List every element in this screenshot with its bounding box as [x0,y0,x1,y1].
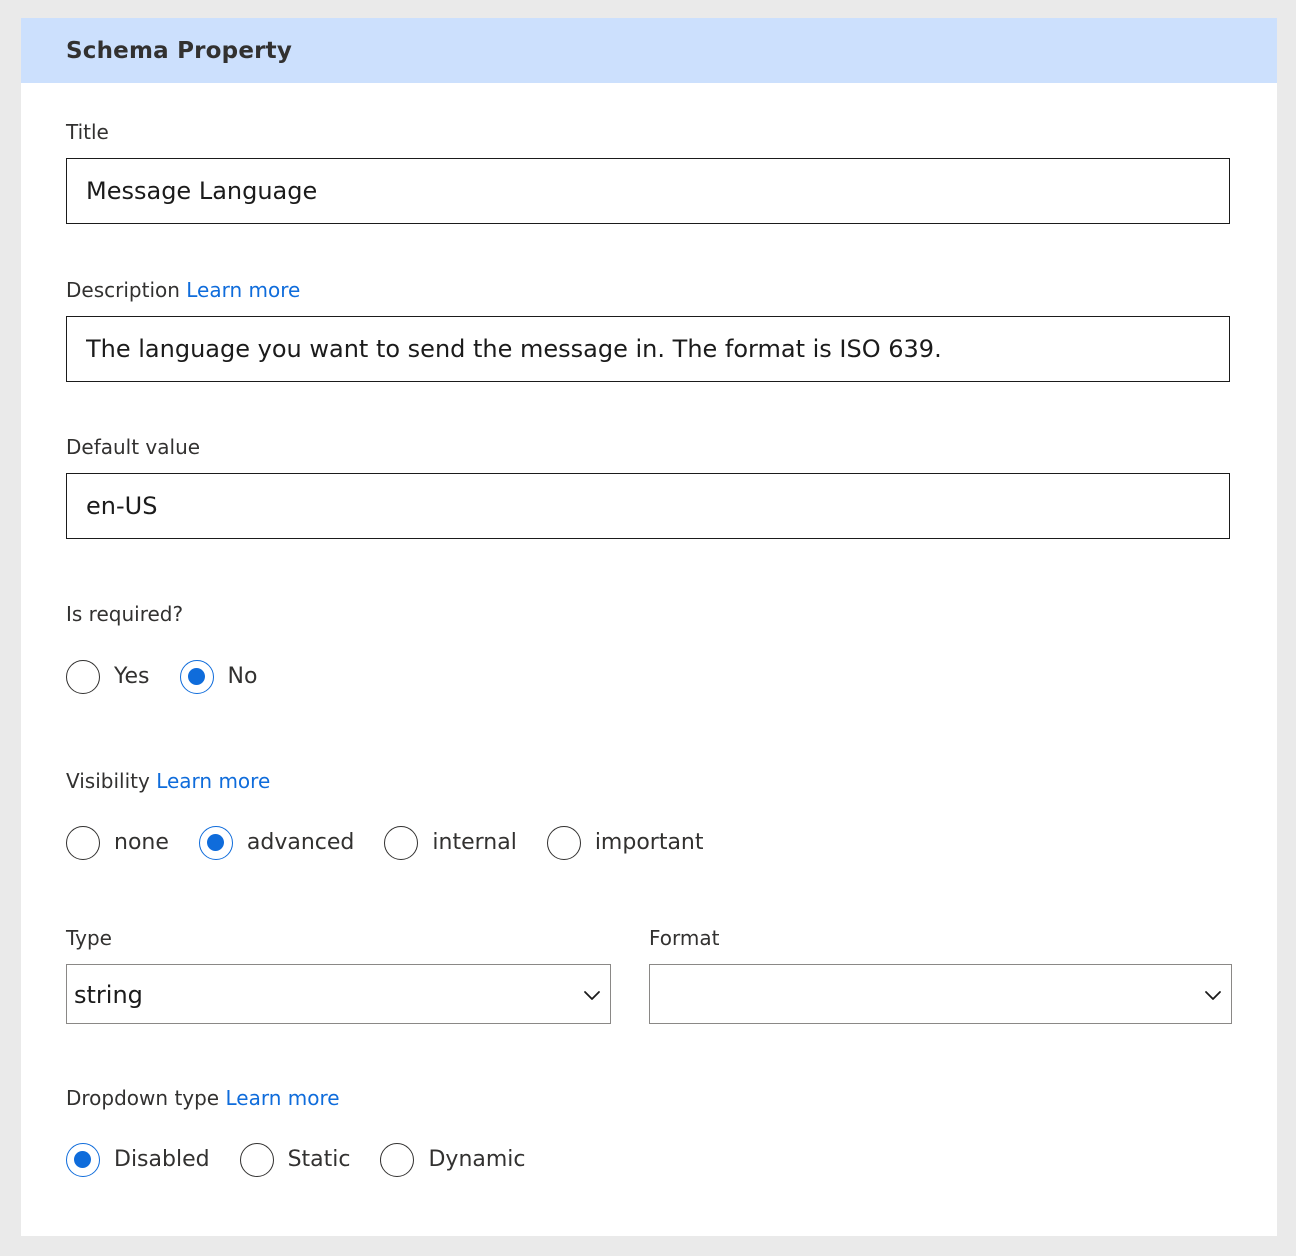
panel-title: Schema Property [66,38,293,64]
radio-label: advanced [246,830,355,855]
radio-required-no[interactable]: No [179,660,258,694]
radio-visibility-internal[interactable]: internal [384,826,517,860]
format-label-text: Format [649,926,720,950]
title-input[interactable] [86,159,1206,223]
description-label-text: Description [66,278,180,302]
format-label: Format [649,925,719,951]
dropdown-type-label: Dropdown type Learn more [66,1085,340,1111]
radio-circle-icon[interactable] [546,826,581,860]
visibility-label-text: Visibility [66,769,150,793]
description-input[interactable] [86,317,1206,381]
description-field[interactable] [66,316,1230,382]
dropdown-type-learn-more-link[interactable]: Learn more [225,1086,339,1110]
radio-dropdown-static[interactable]: Static [239,1143,351,1177]
radio-circle-icon[interactable] [66,826,100,860]
radio-label: internal [432,830,517,855]
radio-dropdown-dynamic[interactable]: Dynamic [380,1143,526,1177]
radio-circle-icon[interactable] [198,826,233,860]
radio-dropdown-disabled[interactable]: Disabled [66,1143,210,1177]
chevron-down-icon [1205,991,1221,1000]
radio-circle-icon[interactable] [179,660,214,694]
panel-header: Schema Property [21,18,1277,83]
is-required-label: Is required? [66,601,183,627]
radio-visibility-none[interactable]: none [66,826,169,860]
radio-label: Static [287,1147,351,1172]
radio-circle-icon[interactable] [66,660,100,694]
radio-label: No [227,664,258,689]
radio-required-yes[interactable]: Yes [66,660,150,694]
chevron-down-icon [584,991,600,1000]
title-field[interactable] [66,158,1230,224]
radio-label: Yes [114,664,150,689]
radio-label: Dynamic [428,1147,526,1172]
description-learn-more-link[interactable]: Learn more [186,278,300,302]
format-dropdown[interactable] [649,964,1232,1024]
radio-label: important [594,830,704,855]
visibility-learn-more-link[interactable]: Learn more [156,769,270,793]
default-value-label-text: Default value [66,435,201,459]
visibility-radio-group: none advanced internal important [66,824,734,862]
radio-label: none [114,830,169,855]
type-label: Type [66,925,112,951]
radio-circle-icon[interactable] [384,826,419,860]
visibility-label: Visibility Learn more [66,768,270,794]
type-dropdown-value: string [74,981,143,1009]
default-value-field[interactable] [66,473,1230,539]
radio-circle-icon[interactable] [66,1143,100,1177]
radio-circle-icon[interactable] [380,1143,415,1177]
type-label-text: Type [66,926,112,950]
type-dropdown[interactable]: string [66,964,611,1024]
schema-property-panel: Schema Property Title Description Learn … [21,18,1277,1236]
default-value-input[interactable] [86,474,1206,538]
default-value-label: Default value [66,434,200,460]
dropdown-type-label-text: Dropdown type [66,1086,220,1110]
title-label-text: Title [66,120,109,144]
description-label: Description Learn more [66,277,300,303]
radio-circle-icon[interactable] [239,1143,274,1177]
radio-visibility-advanced[interactable]: advanced [198,826,355,860]
dropdown-type-radio-group: Disabled Static Dynamic [66,1141,556,1179]
radio-visibility-important[interactable]: important [546,826,704,860]
radio-label: Disabled [114,1147,210,1172]
is-required-label-text: Is required? [66,602,184,626]
is-required-radio-group: Yes No [66,658,287,696]
title-label: Title [66,119,109,145]
